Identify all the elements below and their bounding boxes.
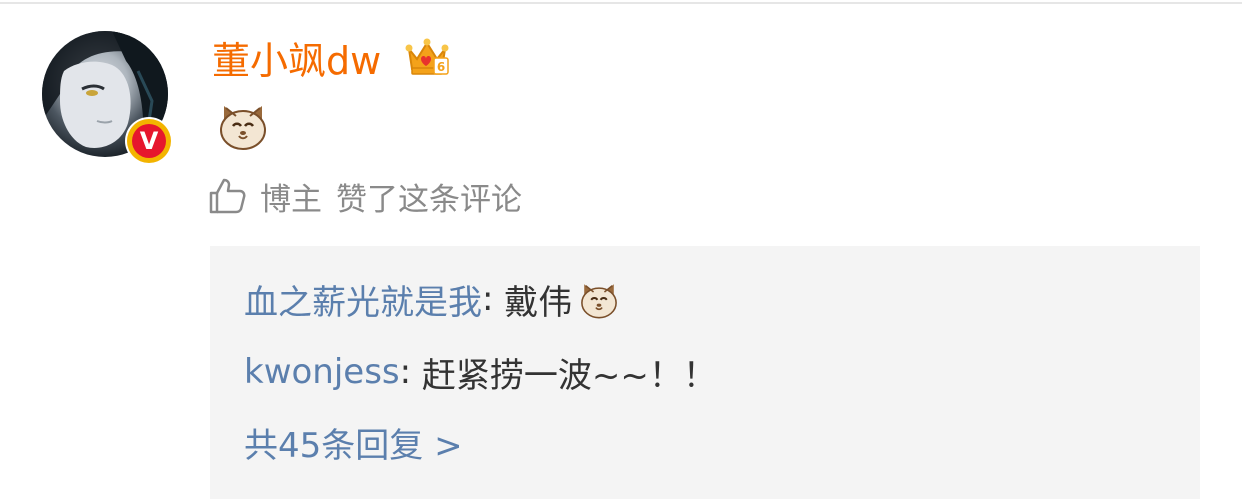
top-divider xyxy=(0,2,1242,4)
cat-face-emoji xyxy=(581,284,618,319)
verified-badge: V xyxy=(127,119,171,163)
reply-text: 戴伟 xyxy=(504,282,573,323)
cat-face-emoji xyxy=(220,106,266,150)
view-all-replies-link[interactable]: 共45条回复 > xyxy=(244,417,463,467)
replies-box: 血之薪光就是我 : 戴伟 kwonjess : 赶紧捞一波~~！！ 共45条回复… xyxy=(210,246,1200,499)
vip-crown-icon[interactable]: 6 xyxy=(405,35,449,77)
thumbs-up-icon[interactable] xyxy=(208,177,246,215)
reply-separator: : xyxy=(482,279,505,319)
member-level: 6 xyxy=(437,60,445,74)
verified-badge-letter: V xyxy=(132,124,166,158)
reply-text: 赶紧捞一波~~！！ xyxy=(421,355,717,396)
reply-item: kwonjess : 赶紧捞一波~~！！ xyxy=(244,347,717,397)
liked-text: 赞了这条评论 xyxy=(336,181,522,218)
reply-username[interactable]: 血之薪光就是我 xyxy=(244,275,482,324)
reply-username[interactable]: kwonjess xyxy=(244,352,400,392)
comment-username[interactable]: 董小飒dw xyxy=(212,32,381,83)
author-label: 博主 xyxy=(260,181,322,218)
liked-by-author: 博主 赞了这条评论 xyxy=(208,174,522,218)
reply-separator: : xyxy=(399,352,422,392)
reply-item: 血之薪光就是我 : 戴伟 xyxy=(244,274,620,324)
